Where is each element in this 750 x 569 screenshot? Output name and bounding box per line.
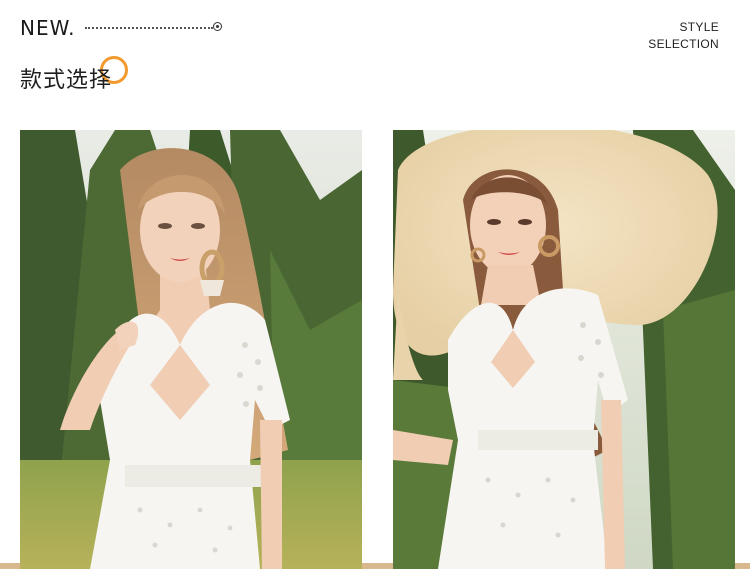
photo-left-illustration bbox=[20, 130, 362, 569]
dotted-divider bbox=[85, 27, 213, 29]
target-dot-icon bbox=[213, 22, 222, 31]
style-selection-label: STYLE SELECTION bbox=[648, 19, 719, 53]
product-photo-left[interactable] bbox=[20, 130, 362, 569]
new-label: NEW. bbox=[20, 16, 76, 40]
photo-right-illustration bbox=[393, 130, 735, 569]
section-title: 款式选择 bbox=[20, 68, 113, 93]
style-label-line1: STYLE bbox=[679, 20, 719, 34]
product-photo-right[interactable] bbox=[393, 130, 735, 569]
style-label-line2: SELECTION bbox=[648, 37, 719, 51]
header: NEW. STYLE SELECTION 款式选择 bbox=[0, 0, 750, 110]
